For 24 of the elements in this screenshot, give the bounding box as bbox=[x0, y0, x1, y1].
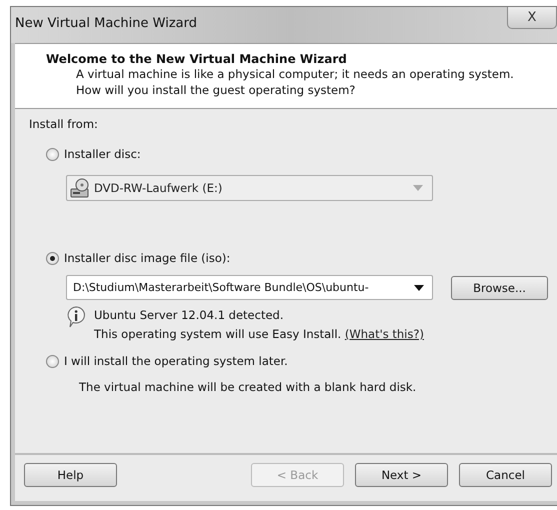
wizard-button[interactable]: Cancel bbox=[459, 463, 552, 487]
caret-icon bbox=[413, 185, 423, 191]
easy-install-text: This operating system will use Easy Install. bbox=[94, 327, 342, 341]
info-icon bbox=[66, 306, 86, 328]
disc-drive-icon bbox=[70, 178, 90, 198]
wizard-button[interactable]: Next > bbox=[355, 463, 448, 487]
radio-button[interactable] bbox=[46, 354, 59, 368]
radio-button[interactable] bbox=[46, 252, 59, 264]
window-title: New Virtual Machine Wizard bbox=[15, 15, 198, 31]
radio-label[interactable]: I will install the operating system later. bbox=[64, 354, 288, 368]
radio-button[interactable] bbox=[46, 148, 59, 160]
wizard-button[interactable]: Help bbox=[24, 463, 117, 487]
detected-text: Ubuntu Server 12.04.1 detected. bbox=[94, 307, 284, 324]
whats-this-link[interactable]: (What's this?) bbox=[344, 327, 424, 341]
iso-path-field[interactable]: D:\Studium\Masterarbeit\Software Bundle\OS\ubuntu- bbox=[66, 275, 433, 300]
later-note: The virtual machine will be created with a blank hard disk. bbox=[79, 380, 418, 394]
header-text: A virtual machine is like a physical computer; it needs an operating system. How will you install the guest operating system? bbox=[75, 66, 515, 98]
radio-label[interactable]: Installer disc image file (iso): bbox=[64, 251, 230, 265]
radio-label[interactable]: Installer disc: bbox=[64, 147, 141, 161]
close-button[interactable]: X bbox=[507, 7, 557, 29]
section-label: Install from: bbox=[29, 117, 99, 131]
caret-icon bbox=[414, 284, 424, 290]
browse-button[interactable]: Browse... bbox=[451, 276, 548, 300]
header-title: Welcome to the New Virtual Machine Wizard bbox=[46, 52, 348, 66]
